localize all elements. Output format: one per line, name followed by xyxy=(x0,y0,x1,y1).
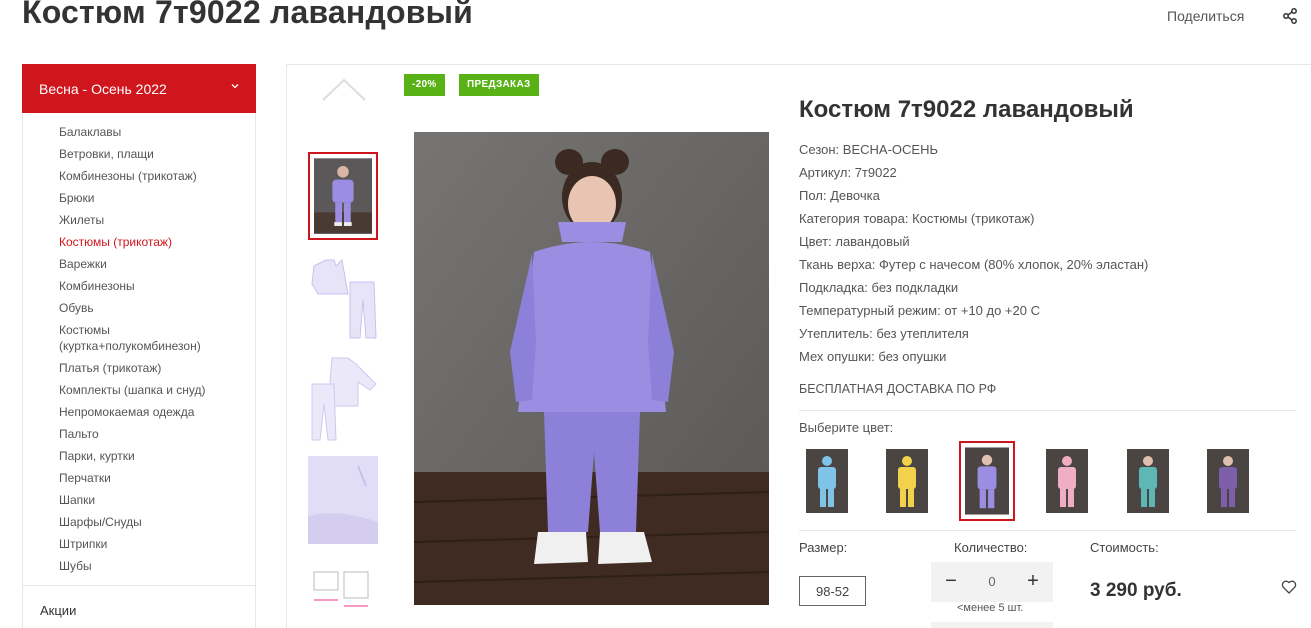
sidebar-item[interactable]: Ветровки, плащи xyxy=(59,146,255,162)
gallery-up-arrow-icon[interactable] xyxy=(321,78,367,102)
kid-photo-icon xyxy=(1207,449,1249,513)
gallery-thumb[interactable] xyxy=(308,254,378,342)
property-lining: Подкладка: без подкладки xyxy=(799,280,959,295)
sidebar-item[interactable]: Жилеты xyxy=(59,212,255,228)
divider xyxy=(799,410,1296,411)
kid-photo-icon xyxy=(806,449,848,513)
product-title: Костюм 7т9022 лавандовый xyxy=(799,96,1134,123)
sidebar-item[interactable]: Шапки xyxy=(59,492,255,508)
color-swatch-pink[interactable] xyxy=(1046,449,1088,513)
sidebar-category-list: Балаклавы Ветровки, плащи Комбинезоны (т… xyxy=(23,113,255,574)
property-fabric: Ткань верха: Футер с начесом (80% хлопок… xyxy=(799,257,1149,272)
sidebar-divider xyxy=(23,585,255,586)
size-chart-icon xyxy=(313,571,369,607)
product-properties: Сезон: ВЕСНА-ОСЕНЬ Артикул: 7т9022 Пол: … xyxy=(799,138,1148,368)
sidebar-item[interactable]: Балаклавы xyxy=(59,124,255,140)
discount-badge: -20% xyxy=(404,74,445,96)
sidebar-item-promotions[interactable]: Акции xyxy=(40,603,76,618)
property-fur: Мех опушки: без опушки xyxy=(799,349,947,364)
size-select[interactable]: 98-52 xyxy=(799,576,866,606)
property-season: Сезон: ВЕСНА-ОСЕНЬ xyxy=(799,142,938,157)
kid-photo-icon xyxy=(1127,449,1169,513)
quantity-minus-button[interactable]: − xyxy=(941,571,961,592)
gallery-thumb[interactable] xyxy=(308,566,378,626)
sidebar-item[interactable]: Штрипки xyxy=(59,536,255,552)
quantity-value[interactable]: 0 xyxy=(979,574,1005,589)
fabric-detail-icon xyxy=(308,456,378,544)
preorder-badge: ПРЕДЗАКАЗ xyxy=(459,74,539,96)
color-swatch-teal[interactable] xyxy=(1127,449,1169,513)
sidebar-item[interactable]: Шарфы/Снуды xyxy=(59,514,255,530)
sidebar-item-active[interactable]: Костюмы (трикотаж) xyxy=(59,234,255,250)
sidebar-item[interactable]: Обувь xyxy=(59,300,255,316)
quantity-plus-button[interactable]: + xyxy=(1023,571,1043,592)
cost-label: Стоимость: xyxy=(1090,540,1159,555)
kid-photo-icon xyxy=(965,447,1009,515)
sidebar-item[interactable]: Варежки xyxy=(59,256,255,272)
sidebar-item[interactable]: Пальто xyxy=(59,426,255,442)
sidebar-item[interactable]: Парки, куртки xyxy=(59,448,255,464)
chevron-down-icon xyxy=(231,84,239,89)
color-swatch-purple[interactable] xyxy=(1207,449,1249,513)
sidebar-item[interactable]: Комплекты (шапка и снуд) xyxy=(59,382,255,398)
share-link[interactable]: Поделиться xyxy=(1167,8,1244,24)
property-sku: Артикул: 7т9022 xyxy=(799,165,897,180)
free-delivery-note: БЕСПЛАТНАЯ ДОСТАВКА ПО РФ xyxy=(799,382,997,396)
property-insulation: Утеплитель: без утеплителя xyxy=(799,326,969,341)
product-price: 3 290 руб. xyxy=(1090,580,1182,601)
quantity-stepper: − 0 + xyxy=(931,562,1053,602)
sidebar-item[interactable]: Шубы xyxy=(59,558,255,574)
kid-photo-icon xyxy=(886,449,928,513)
sidebar-item[interactable]: Костюмы (куртка+полукомбинезон) xyxy=(59,322,219,354)
page-title: Костюм 7т9022 лавандовый xyxy=(22,0,473,30)
suit-flat-icon xyxy=(311,357,377,441)
color-swatch-blue[interactable] xyxy=(806,449,848,513)
gallery-thumb-selected[interactable] xyxy=(308,152,378,240)
suit-flat-icon xyxy=(311,258,377,339)
choose-color-label: Выберите цвет: xyxy=(799,420,894,435)
size-label: Размер: xyxy=(799,540,848,555)
product-main-photo[interactable] xyxy=(414,132,769,605)
property-color: Цвет: лавандовый xyxy=(799,234,910,249)
heart-icon[interactable] xyxy=(1281,579,1297,595)
gallery-thumb[interactable] xyxy=(308,456,378,544)
sidebar-item[interactable]: Брюки xyxy=(59,190,255,206)
sidebar-item[interactable]: Платья (трикотаж) xyxy=(59,360,255,376)
color-swatch-yellow[interactable] xyxy=(886,449,928,513)
property-temperature: Температурный режим: от +10 до +20 С xyxy=(799,303,1040,318)
photo-thumb-icon xyxy=(314,158,372,234)
kid-photo-icon xyxy=(1046,449,1088,513)
share-icon[interactable] xyxy=(1282,8,1298,24)
sidebar-item[interactable]: Непромокаемая одежда xyxy=(59,404,255,420)
add-to-cart-button[interactable] xyxy=(931,622,1053,628)
divider xyxy=(799,530,1296,531)
color-swatch-lavender-selected[interactable] xyxy=(959,441,1015,521)
quantity-label: Количество: xyxy=(954,540,1028,555)
sidebar-section-title: Весна - Осень 2022 xyxy=(39,81,167,97)
property-category: Категория товара: Костюмы (трикотаж) xyxy=(799,211,1035,226)
property-gender: Пол: Девочка xyxy=(799,188,880,203)
sidebar-item[interactable]: Комбинезоны xyxy=(59,278,255,294)
sidebar-item[interactable]: Перчатки xyxy=(59,470,255,486)
sidebar-section-header[interactable]: Весна - Осень 2022 xyxy=(22,64,256,113)
stock-note: <менее 5 шт. xyxy=(957,602,1024,614)
gallery-thumb[interactable] xyxy=(308,354,378,442)
sidebar-item[interactable]: Комбинезоны (трикотаж) xyxy=(59,168,255,184)
category-sidebar: Весна - Осень 2022 Балаклавы Ветровки, п… xyxy=(22,64,256,628)
